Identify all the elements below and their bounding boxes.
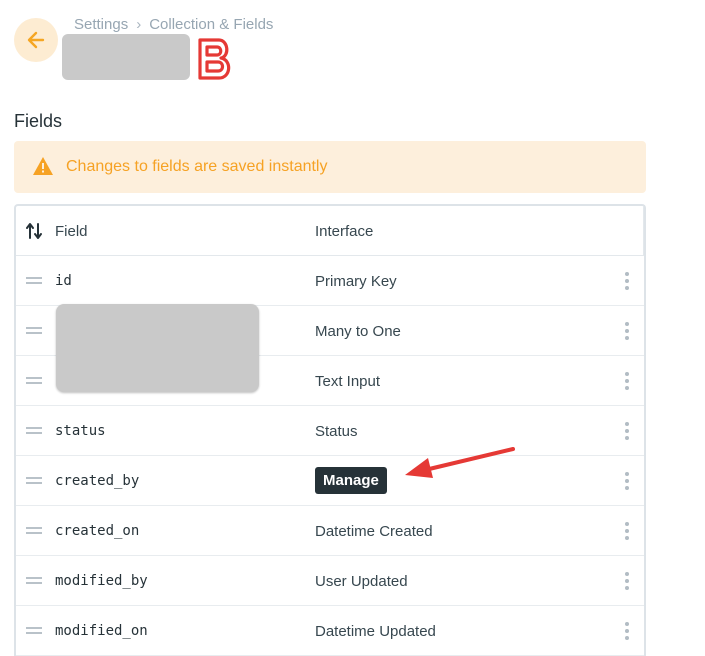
more-options-icon[interactable] — [622, 621, 632, 641]
field-interface: Datetime Created — [315, 523, 433, 540]
field-interface: Status — [315, 423, 358, 440]
field-name: created_by — [55, 473, 140, 489]
table-row[interactable]: created_on Datetime Created — [16, 506, 644, 556]
more-options-icon[interactable] — [622, 571, 632, 591]
field-name: created_on — [55, 523, 140, 539]
column-header-field: Field — [55, 223, 88, 240]
table-row[interactable]: status Status — [16, 406, 644, 456]
more-options-icon[interactable] — [622, 421, 632, 441]
warning-triangle-icon — [33, 157, 53, 175]
page-title-redacted — [62, 34, 190, 80]
drag-handle-icon[interactable] — [26, 577, 42, 584]
drag-handle-icon[interactable] — [26, 427, 42, 434]
field-name: status — [55, 423, 106, 439]
more-options-icon[interactable] — [622, 371, 632, 391]
field-name: modified_on — [55, 623, 148, 639]
table-row[interactable]: modified_on Datetime Updated — [16, 606, 644, 656]
breadcrumb-settings[interactable]: Settings — [74, 16, 128, 33]
column-divider — [643, 206, 644, 256]
more-options-icon[interactable] — [622, 471, 632, 491]
drag-handle-icon[interactable] — [26, 377, 42, 384]
field-interface: Many to One — [315, 323, 401, 340]
more-options-icon[interactable] — [622, 521, 632, 541]
drag-handle-icon[interactable] — [26, 627, 42, 634]
arrow-left-icon — [27, 31, 45, 49]
more-options-icon[interactable] — [622, 271, 632, 291]
column-header-interface: Interface — [315, 223, 374, 240]
sort-arrows-icon[interactable] — [26, 222, 42, 240]
redacted-field-names — [56, 304, 259, 392]
drag-handle-icon[interactable] — [26, 477, 42, 484]
section-title: Fields — [14, 111, 63, 131]
drag-handle-icon[interactable] — [26, 277, 42, 284]
field-name: id — [55, 273, 72, 289]
field-interface: Text Input — [315, 373, 381, 390]
table-row[interactable]: created_by Manage — [16, 456, 644, 506]
field-interface: User Updated — [315, 573, 408, 590]
field-interface: Primary Key — [315, 273, 397, 290]
breadcrumb-separator: › — [136, 16, 142, 33]
notice-banner: Changes to fields are saved instantly — [14, 141, 646, 193]
annotation-arrow-icon — [405, 447, 515, 478]
table-row[interactable]: modified_by User Updated — [16, 556, 644, 606]
breadcrumb-collection-fields[interactable]: Collection & Fields — [149, 16, 273, 33]
drag-handle-icon[interactable] — [26, 527, 42, 534]
field-interface: Datetime Updated — [315, 623, 436, 640]
drag-handle-icon[interactable] — [26, 327, 42, 334]
letter-b-logo-icon — [198, 38, 231, 80]
breadcrumb: Settings › Collection & Fields — [74, 16, 273, 33]
field-name: modified_by — [55, 573, 148, 589]
notice-text: Changes to fields are saved instantly — [66, 158, 328, 175]
more-options-icon[interactable] — [622, 321, 632, 341]
manage-tooltip: Manage — [315, 467, 387, 494]
table-header: Field Interface — [16, 206, 644, 256]
table-row[interactable]: id Primary Key — [16, 256, 644, 306]
back-button[interactable] — [14, 18, 58, 62]
fields-table: Field Interface id Primary Key Many to O… — [14, 204, 646, 656]
